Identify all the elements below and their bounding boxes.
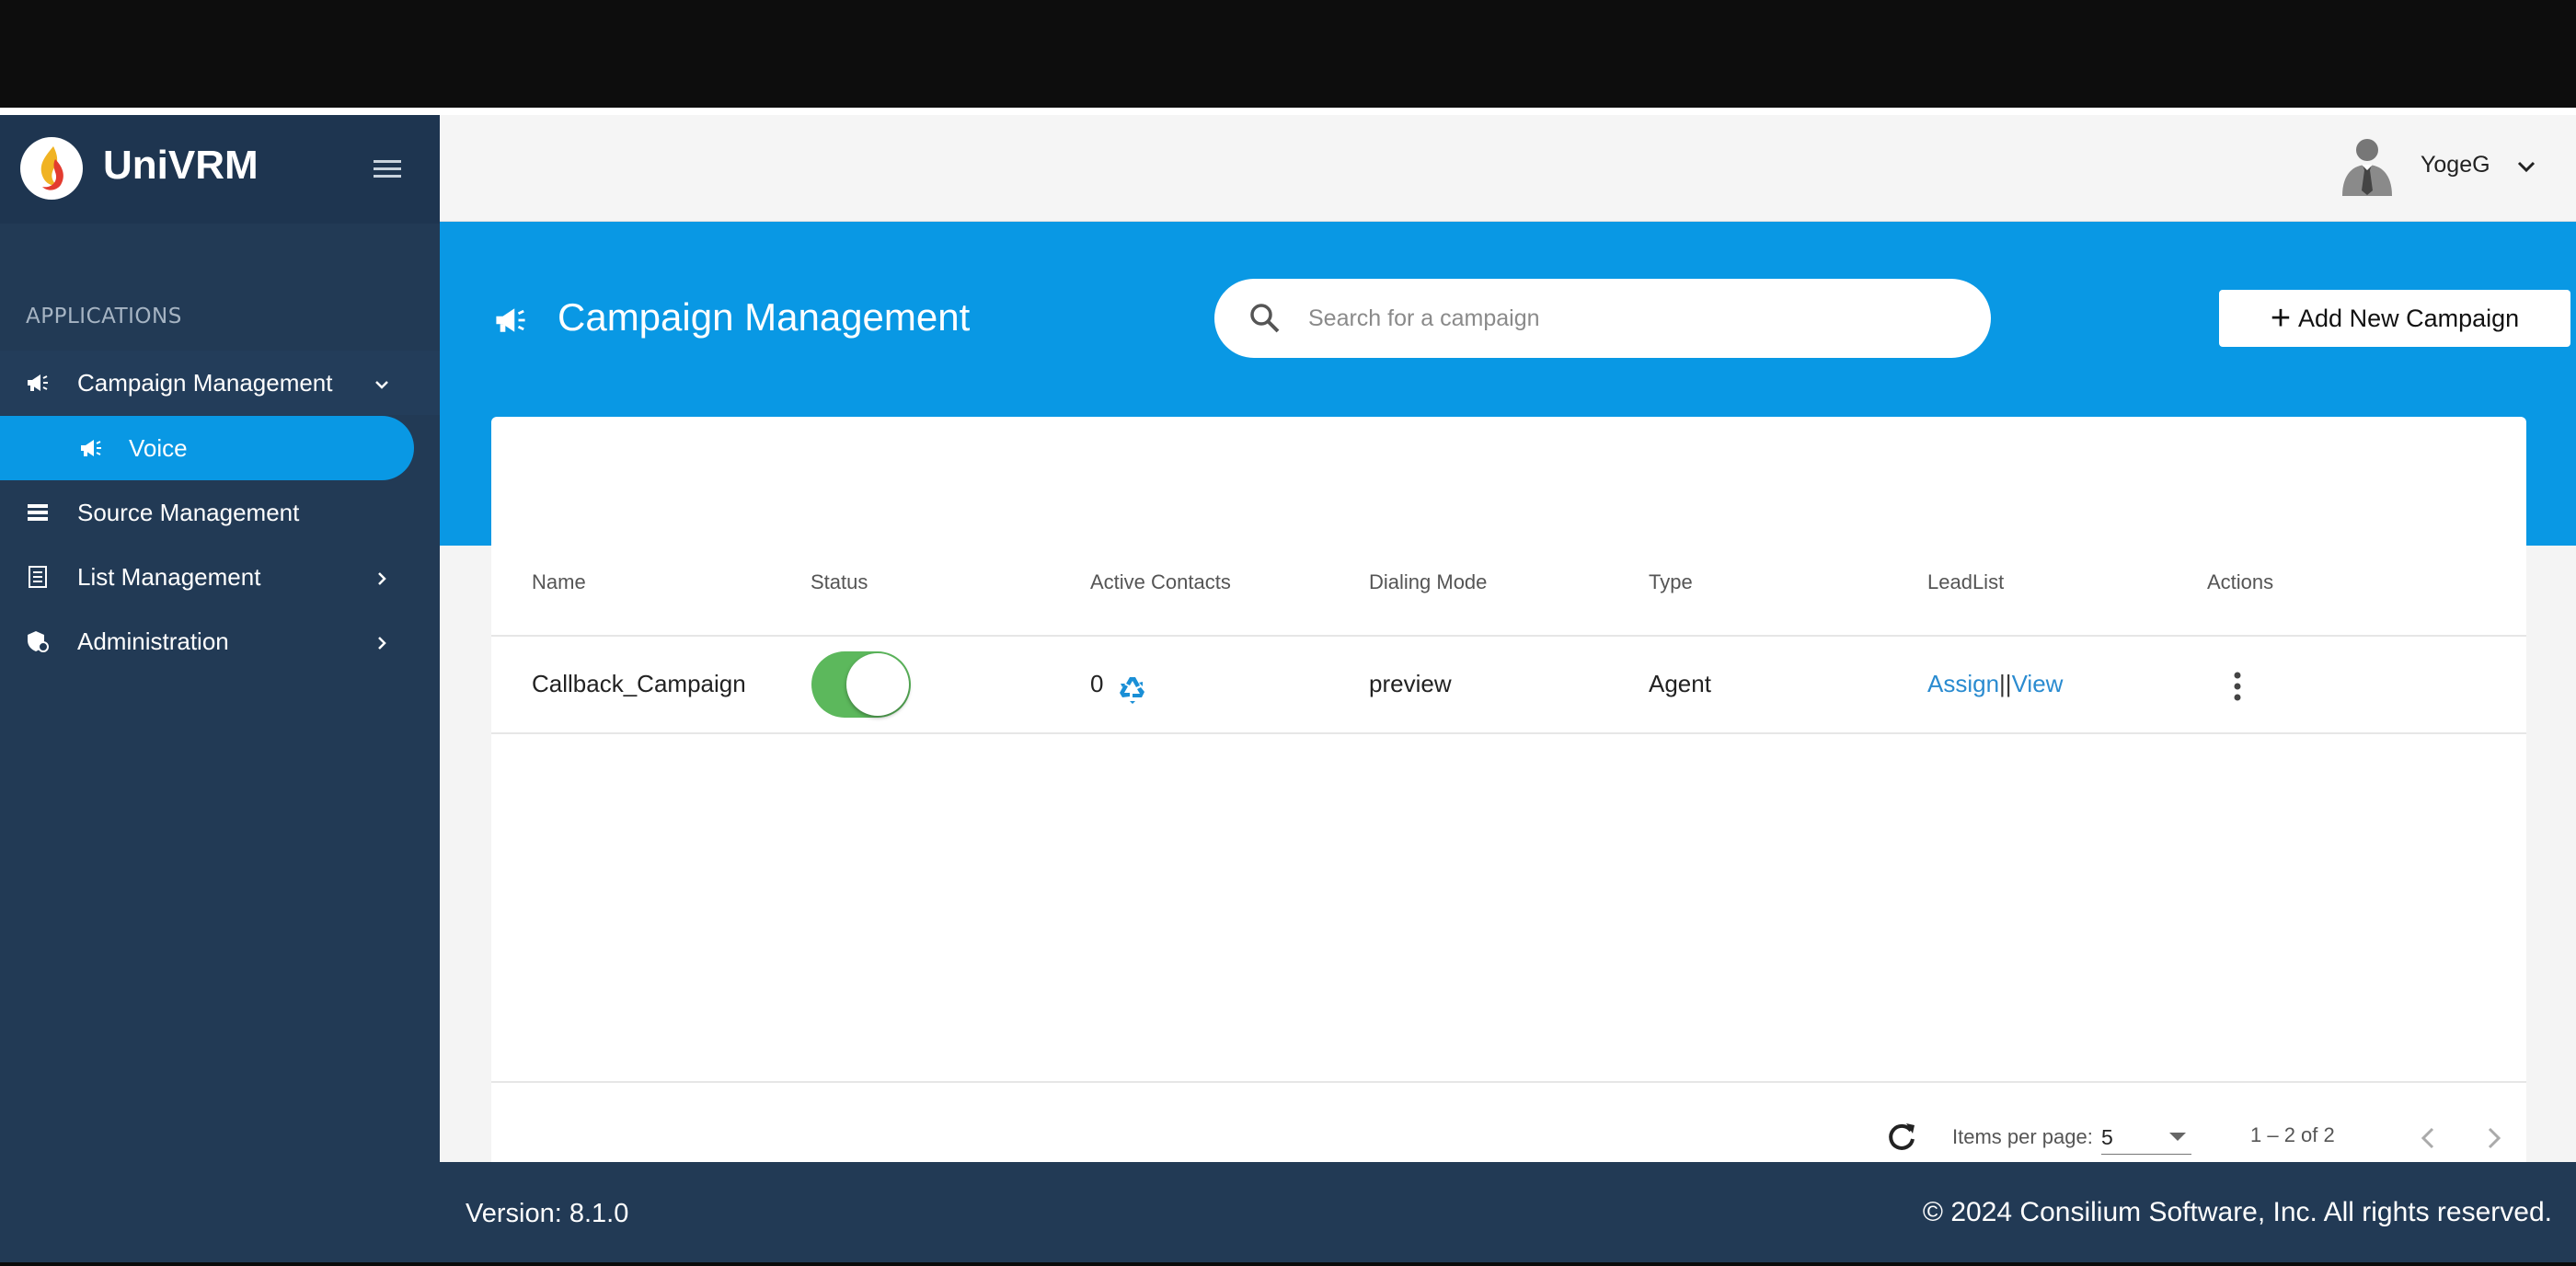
- column-header-status[interactable]: Status: [811, 570, 868, 594]
- items-per-page-value: 5: [2101, 1125, 2113, 1149]
- column-header-type[interactable]: Type: [1649, 570, 1693, 594]
- brand-bar: UniVRM: [0, 115, 440, 224]
- sidebar-item-administration[interactable]: Administration: [0, 609, 440, 673]
- chevron-right-icon: [372, 567, 392, 587]
- sidebar-item-voice[interactable]: Voice: [0, 416, 414, 480]
- column-header-actions: Actions: [2207, 570, 2274, 593]
- sidebar-item-label: Campaign Management: [77, 369, 333, 397]
- sidebar-item-label: Source Management: [77, 499, 300, 526]
- shield-gear-icon: [26, 630, 50, 652]
- more-actions-icon[interactable]: [2230, 670, 2245, 703]
- assign-link[interactable]: Assign: [1927, 670, 1999, 697]
- view-link[interactable]: View: [2012, 670, 2064, 697]
- sidebar-item-campaign-management[interactable]: Campaign Management: [0, 351, 440, 415]
- divider: [491, 732, 2526, 734]
- sidebar: UniVRM APPLICATIONS Campaign Management: [0, 115, 440, 1262]
- user-avatar-icon[interactable]: [2337, 135, 2398, 196]
- sidebar-item-label: List Management: [77, 563, 261, 591]
- cell-leadlist: Assign||View: [1927, 670, 2063, 698]
- sidebar-item-label: Voice: [129, 434, 188, 462]
- column-header-active-contacts[interactable]: Active Contacts: [1090, 570, 1231, 594]
- sidebar-section-label: APPLICATIONS: [26, 305, 182, 328]
- dropdown-arrow-icon: [2169, 1133, 2186, 1141]
- copyright-text: © 2024 Consilium Software, Inc. All righ…: [1922, 1197, 2552, 1227]
- divider: [491, 1081, 2526, 1083]
- chevron-down-icon: [372, 373, 392, 393]
- column-header-name[interactable]: Name: [532, 570, 586, 594]
- search-box[interactable]: [1214, 279, 1991, 358]
- sidebar-item-label: Administration: [77, 627, 229, 655]
- column-header-leadlist[interactable]: LeadList: [1927, 570, 2004, 594]
- list-icon: [26, 501, 50, 524]
- flame-logo-icon: [20, 137, 83, 200]
- next-page-button[interactable]: [2475, 1120, 2512, 1157]
- status-toggle[interactable]: [811, 651, 911, 718]
- version-text: Version: 8.1.0: [466, 1199, 629, 1228]
- refresh-icon[interactable]: [1884, 1120, 1919, 1155]
- brand-name: UniVRM: [103, 143, 259, 188]
- add-new-campaign-button[interactable]: + Add New Campaign: [2219, 290, 2570, 347]
- cell-dialing-mode: preview: [1369, 670, 1452, 697]
- table-header: Name Status Active Contacts Dialing Mode…: [491, 417, 2526, 636]
- previous-page-button[interactable]: [2410, 1120, 2447, 1157]
- leadlist-separator: ||: [1999, 670, 2012, 697]
- cell-name: Callback_Campaign: [532, 670, 746, 697]
- chevron-down-icon[interactable]: [2515, 155, 2537, 178]
- column-header-dialing-mode[interactable]: Dialing Mode: [1369, 570, 1487, 594]
- recycle-icon[interactable]: [1115, 672, 1152, 708]
- megaphone-icon: [26, 372, 50, 394]
- items-per-page-select[interactable]: 5: [2101, 1120, 2191, 1155]
- megaphone-icon: [79, 437, 103, 459]
- table-row: Callback_Campaign 0 preview Agent Assign…: [491, 637, 2526, 732]
- top-header: YogeG: [440, 115, 2576, 222]
- document-list-icon: [26, 566, 50, 588]
- cell-active-contacts: 0: [1090, 670, 1104, 697]
- hamburger-menu-icon[interactable]: [372, 154, 403, 185]
- username[interactable]: YogeG: [2421, 152, 2490, 178]
- chevron-right-icon: [372, 631, 392, 651]
- plus-icon: +: [2270, 299, 2292, 338]
- search-input[interactable]: [1308, 297, 1952, 340]
- campaign-table-card: Name Status Active Contacts Dialing Mode…: [491, 417, 2526, 1162]
- sidebar-item-list-management[interactable]: List Management: [0, 545, 440, 609]
- items-per-page-label: Items per page:: [1952, 1125, 2093, 1148]
- page-footer: Version: 8.1.0 © 2024 Consilium Software…: [440, 1162, 2576, 1262]
- cell-type: Agent: [1649, 670, 1711, 697]
- page-title: Campaign Management: [558, 295, 971, 339]
- sidebar-item-source-management[interactable]: Source Management: [0, 480, 440, 545]
- top-black-bar: [0, 0, 2576, 108]
- add-new-campaign-label: Add New Campaign: [2298, 304, 2520, 332]
- megaphone-icon: [493, 305, 528, 336]
- top-divider: [0, 108, 2576, 115]
- search-icon: [1248, 301, 1282, 336]
- pagination-range: 1 – 2 of 2: [2250, 1123, 2335, 1146]
- toggle-knob: [846, 653, 909, 716]
- app-window: UniVRM APPLICATIONS Campaign Management: [0, 115, 2576, 1262]
